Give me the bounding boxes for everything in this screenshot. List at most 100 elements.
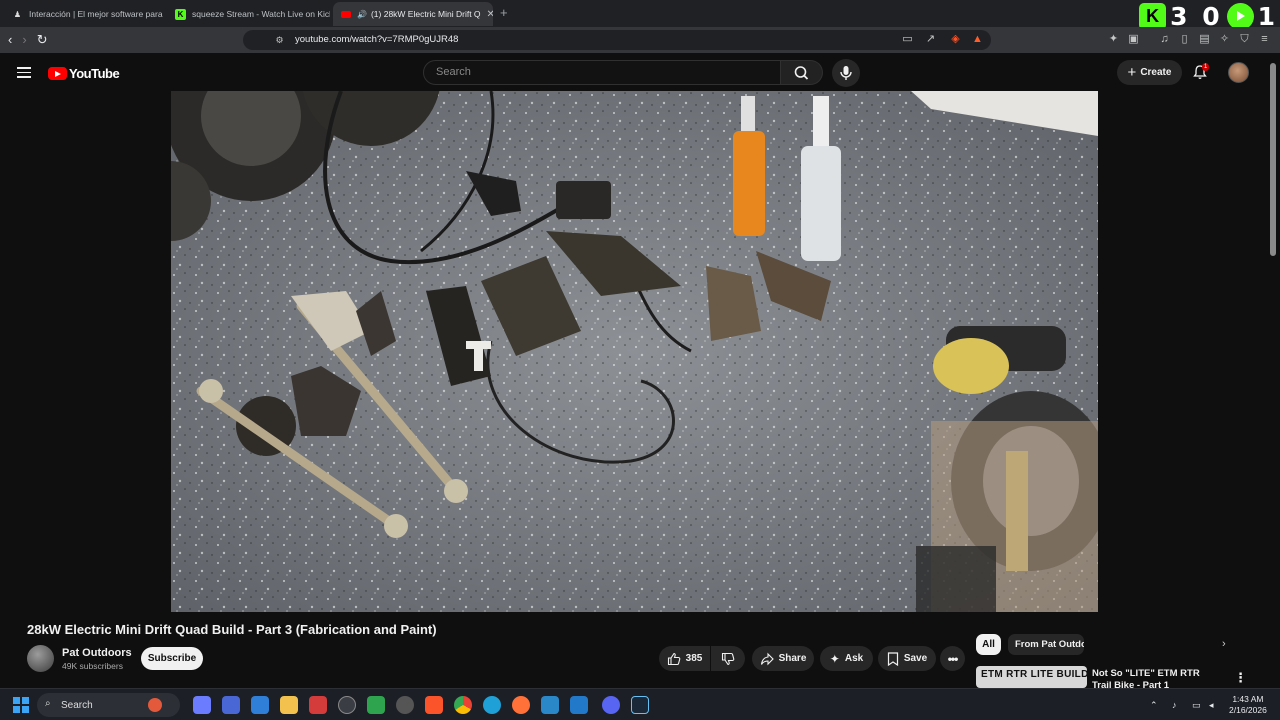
menu-icon[interactable]: ≡ xyxy=(1258,33,1271,46)
taskbar-search[interactable]: ⌕ Search xyxy=(37,693,180,717)
youtube-header: YouTube + Create xyxy=(0,53,1280,91)
browser-tab-title: squeeze Stream - Watch Live on Kick xyxy=(192,9,330,19)
sidebar-icon[interactable]: ▯ xyxy=(1178,33,1191,46)
brave-rewards-icon[interactable]: ▲ xyxy=(971,33,984,46)
more-actions-button[interactable]: ••• xyxy=(940,646,965,671)
steam-icon[interactable] xyxy=(631,696,649,714)
account-avatar[interactable] xyxy=(1228,62,1249,83)
vpn-icon[interactable]: ⛉ xyxy=(1238,33,1251,46)
youtube-icon xyxy=(341,10,351,18)
browser-tab-title: Interacción | El mejor software para p xyxy=(29,9,164,19)
screenshot-icon[interactable]: ▣ xyxy=(1127,33,1140,46)
browser-tab-title: (1) 28kW Electric Mini Drift Q xyxy=(370,9,481,19)
firefox-icon[interactable] xyxy=(512,696,530,714)
browser-tab[interactable]: K squeeze Stream - Watch Live on Kick xyxy=(167,2,330,26)
clock-app-icon[interactable] xyxy=(338,696,356,714)
extensions-icon[interactable]: ✦ xyxy=(1107,33,1120,46)
create-button[interactable]: + Create xyxy=(1117,60,1182,85)
discord-icon[interactable] xyxy=(602,696,620,714)
vscode-icon[interactable] xyxy=(570,696,588,714)
wallet-icon[interactable]: ▤ xyxy=(1198,33,1211,46)
clock-date: 2/16/2026 xyxy=(1229,705,1267,715)
search-box[interactable] xyxy=(423,60,781,85)
ask-label: Ask xyxy=(844,653,864,664)
browser-tab-active[interactable]: 🔊 (1) 28kW Electric Mini Drift Q ✕ xyxy=(333,2,493,26)
browser-tab[interactable]: ♟ Interacción | El mejor software para p xyxy=(4,2,164,26)
chip-from-channel[interactable]: From Pat Outdo xyxy=(1008,634,1084,655)
volume-icon[interactable]: ◂ xyxy=(1209,700,1214,711)
kick-icon: K xyxy=(175,8,186,20)
site-info-icon[interactable]: ⚙ xyxy=(273,34,286,47)
search-button[interactable] xyxy=(781,60,823,85)
guide-menu-icon[interactable] xyxy=(17,67,31,78)
more-horizontal-icon: ••• xyxy=(947,651,959,666)
brave-shields-icon[interactable]: ◈ xyxy=(949,33,962,46)
reload-icon[interactable]: ↻ xyxy=(37,32,48,48)
bookmark-add-icon xyxy=(887,651,898,666)
new-tab-button[interactable]: + xyxy=(500,5,508,20)
back-icon[interactable]: ‹ xyxy=(8,32,12,48)
create-label: Create xyxy=(1140,67,1172,78)
github-icon[interactable] xyxy=(396,696,414,714)
share-button[interactable]: Share xyxy=(752,646,814,671)
dislike-button[interactable] xyxy=(711,646,745,671)
chevron-right-icon[interactable]: › xyxy=(1222,638,1226,650)
thumbs-up-icon xyxy=(667,652,680,665)
media-icon[interactable]: ♫ xyxy=(1158,33,1171,46)
sparkle-icon: ✦ xyxy=(829,651,840,666)
install-app-icon[interactable]: ▭ xyxy=(901,33,914,46)
play-icon xyxy=(1226,2,1254,30)
shield-app-icon[interactable] xyxy=(367,696,385,714)
voice-search-button[interactable] xyxy=(832,59,860,87)
display-tray-icon[interactable]: ▭ xyxy=(1192,700,1201,711)
close-tab-icon[interactable]: ✕ xyxy=(481,9,493,20)
address-bar[interactable]: ⚙ youtube.com/watch?v=7RMP0gUJR48 ▭ ↗ ◈ … xyxy=(243,30,991,50)
bandicam-icon[interactable] xyxy=(541,696,559,714)
taskview-icon[interactable] xyxy=(193,696,211,714)
leo-icon[interactable]: ✧ xyxy=(1218,33,1231,46)
chevron-up-icon[interactable]: ⌃ xyxy=(1150,700,1158,711)
page-scrollbar[interactable] xyxy=(1270,63,1276,256)
search-input[interactable] xyxy=(424,61,780,83)
like-count: 385 xyxy=(685,653,703,664)
save-button[interactable]: Save xyxy=(878,646,936,671)
edge-icon[interactable] xyxy=(483,696,501,714)
windows-start-icon[interactable] xyxy=(13,697,29,713)
ask-button[interactable]: ✦ Ask xyxy=(820,646,873,671)
recommendation-thumbnail[interactable]: ETM RTR LITE BUILD xyxy=(976,666,1087,688)
recommendation-title[interactable]: Not So "LITE" ETM RTR Trail Bike - Part … xyxy=(1092,668,1217,688)
video-player[interactable] xyxy=(171,91,1098,612)
youtube-logo[interactable]: YouTube xyxy=(48,66,120,81)
more-vertical-icon[interactable]: ⋮ xyxy=(1234,670,1247,686)
video-title: 28kW Electric Mini Drift Quad Build - Pa… xyxy=(27,622,437,637)
url-text: youtube.com/watch?v=7RMP0gUJR48 xyxy=(295,34,459,45)
subscriber-count: 49K subscribers xyxy=(62,661,123,671)
teams-icon[interactable] xyxy=(222,696,240,714)
like-button[interactable]: 385 xyxy=(659,646,710,671)
kick-logo: K xyxy=(1139,2,1167,30)
channel-name[interactable]: Pat Outdoors xyxy=(62,647,132,659)
recommendation-thumbnail-text: ETM RTR LITE BUILD xyxy=(981,669,1087,680)
mic-tray-icon[interactable]: ♪ xyxy=(1172,700,1177,710)
taskbar-search-label: Search xyxy=(61,699,93,711)
chess-icon: ♟ xyxy=(13,9,22,19)
share-icon xyxy=(760,652,774,665)
channel-avatar[interactable] xyxy=(27,645,54,672)
subscribe-button[interactable]: Subscribe xyxy=(141,647,203,670)
browser-toolbar: ‹ › ↻ ⚙ youtube.com/watch?v=7RMP0gUJR48 … xyxy=(0,27,1280,53)
browser-tab-strip: ♟ Interacción | El mejor software para p… xyxy=(0,0,1280,27)
video-frame xyxy=(171,91,1098,612)
taskbar-clock[interactable]: 1:43 AM 2/16/2026 xyxy=(1229,694,1267,716)
chrome-icon[interactable] xyxy=(454,696,472,714)
remote-desktop-icon[interactable] xyxy=(251,696,269,714)
forward-icon[interactable]: › xyxy=(22,32,26,48)
search-highlight-icon xyxy=(148,698,162,712)
share-label: Share xyxy=(778,653,807,664)
brave-icon[interactable] xyxy=(425,696,443,714)
share-page-icon[interactable]: ↗ xyxy=(924,33,937,46)
search-icon: ⌕ xyxy=(45,698,51,709)
netflix-icon[interactable] xyxy=(309,696,327,714)
chip-all[interactable]: All xyxy=(976,634,1001,655)
file-explorer-icon[interactable] xyxy=(280,696,298,714)
youtube-wordmark: YouTube xyxy=(69,66,120,81)
